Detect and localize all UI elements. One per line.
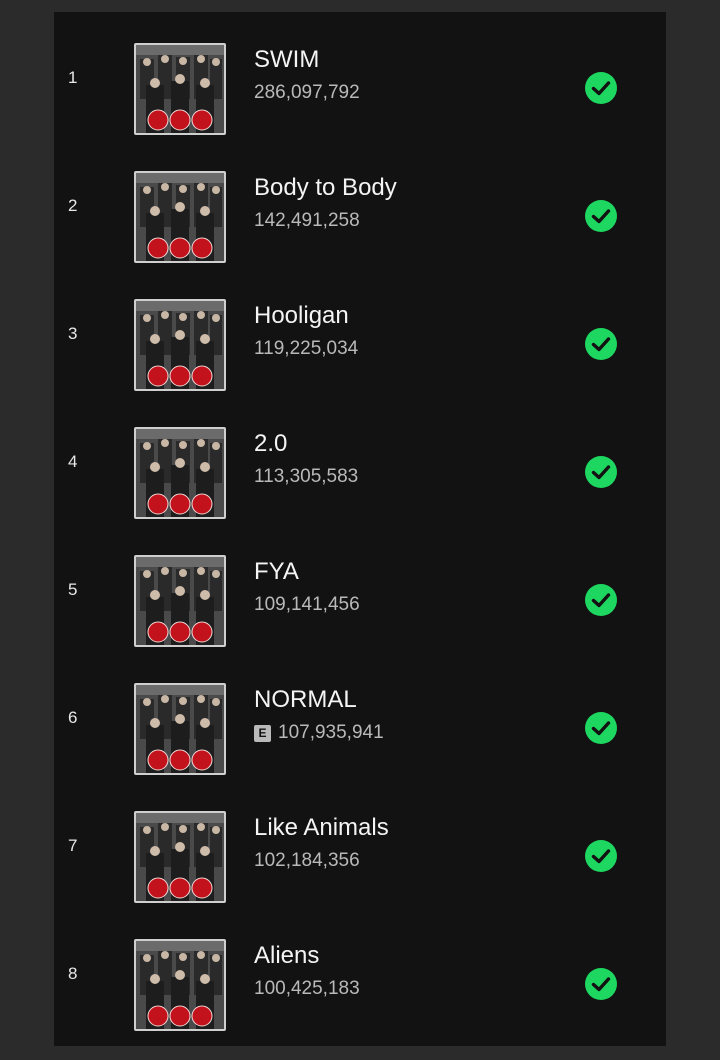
track-row[interactable]: 2 Body to Body 142,491,258	[54, 154, 666, 282]
track-title: 2.0	[254, 430, 288, 457]
album-cover-image	[134, 427, 226, 519]
track-info: Aliens 100,425,183	[254, 942, 360, 1000]
album-cover-image	[134, 43, 226, 135]
play-count: 119,225,034	[254, 338, 359, 359]
track-meta: 119,225,034	[254, 338, 358, 360]
track-title: NORMAL	[254, 686, 357, 713]
track-row[interactable]: 4 2.0 113,305,583	[54, 410, 666, 538]
album-cover-image	[134, 299, 226, 391]
play-count: 109,141,456	[254, 594, 360, 615]
track-meta: 109,141,456	[254, 594, 360, 616]
track-info: Hooligan 119,225,034	[254, 302, 358, 360]
track-rank: 8	[68, 964, 78, 983]
track-info: Body to Body 142,491,258	[254, 174, 397, 232]
play-count: 286,097,792	[254, 82, 360, 103]
track-meta: 102,184,356	[254, 850, 389, 872]
album-cover-image	[134, 555, 226, 647]
album-cover-image	[134, 811, 226, 903]
track-row[interactable]: 8 Aliens 100,425,183	[54, 922, 666, 1050]
track-meta: 100,425,183	[254, 978, 360, 1000]
track-info: 2.0 113,305,583	[254, 430, 358, 488]
track-title: Body to Body	[254, 174, 397, 201]
track-info: Like Animals 102,184,356	[254, 814, 389, 872]
check-circle-icon[interactable]	[584, 967, 618, 1001]
track-info: SWIM 286,097,792	[254, 46, 360, 104]
track-rank: 4	[68, 452, 78, 471]
track-row[interactable]: 6 NORMAL E 107,935,941	[54, 666, 666, 794]
album-cover-image	[134, 171, 226, 263]
track-rank: 1	[68, 68, 78, 87]
track-row[interactable]: 1 SWIM 286,097,792	[54, 26, 666, 154]
check-circle-icon[interactable]	[584, 839, 618, 873]
track-title: Like Animals	[254, 814, 389, 841]
track-info: FYA 109,141,456	[254, 558, 360, 616]
play-count: 107,935,941	[278, 722, 384, 743]
track-list: 1 SWIM 286,097,792 2 Body to Body 142,49…	[54, 26, 666, 1050]
track-row[interactable]: 7 Like Animals 102,184,356	[54, 794, 666, 922]
check-circle-icon[interactable]	[584, 455, 618, 489]
track-title: Aliens	[254, 942, 320, 969]
album-cover-image	[134, 683, 226, 775]
play-count: 102,184,356	[254, 850, 360, 871]
check-circle-icon[interactable]	[584, 583, 618, 617]
track-row[interactable]: 5 FYA 109,141,456	[54, 538, 666, 666]
check-circle-icon[interactable]	[584, 711, 618, 745]
play-count: 100,425,183	[254, 978, 360, 999]
track-info: NORMAL E 107,935,941	[254, 686, 384, 744]
track-rank: 2	[68, 196, 78, 215]
track-rank: 5	[68, 580, 78, 599]
explicit-badge: E	[254, 724, 271, 742]
album-cover-image	[134, 939, 226, 1031]
track-row[interactable]: 3 Hooligan 119,225,034	[54, 282, 666, 410]
track-rank: 3	[68, 324, 78, 343]
track-meta: 113,305,583	[254, 466, 358, 488]
track-title: Hooligan	[254, 302, 349, 329]
play-count: 113,305,583	[254, 466, 359, 487]
play-count: 142,491,258	[254, 210, 360, 231]
check-circle-icon[interactable]	[584, 71, 618, 105]
track-rank: 7	[68, 836, 78, 855]
track-meta: E 107,935,941	[254, 722, 384, 744]
track-title: FYA	[254, 558, 299, 585]
check-circle-icon[interactable]	[584, 327, 618, 361]
track-title: SWIM	[254, 46, 320, 73]
track-rank: 6	[68, 708, 78, 727]
track-meta: 142,491,258	[254, 210, 397, 232]
popular-tracks-panel: 1 SWIM 286,097,792 2 Body to Body 142,49…	[54, 12, 666, 1046]
track-meta: 286,097,792	[254, 82, 360, 104]
check-circle-icon[interactable]	[584, 199, 618, 233]
